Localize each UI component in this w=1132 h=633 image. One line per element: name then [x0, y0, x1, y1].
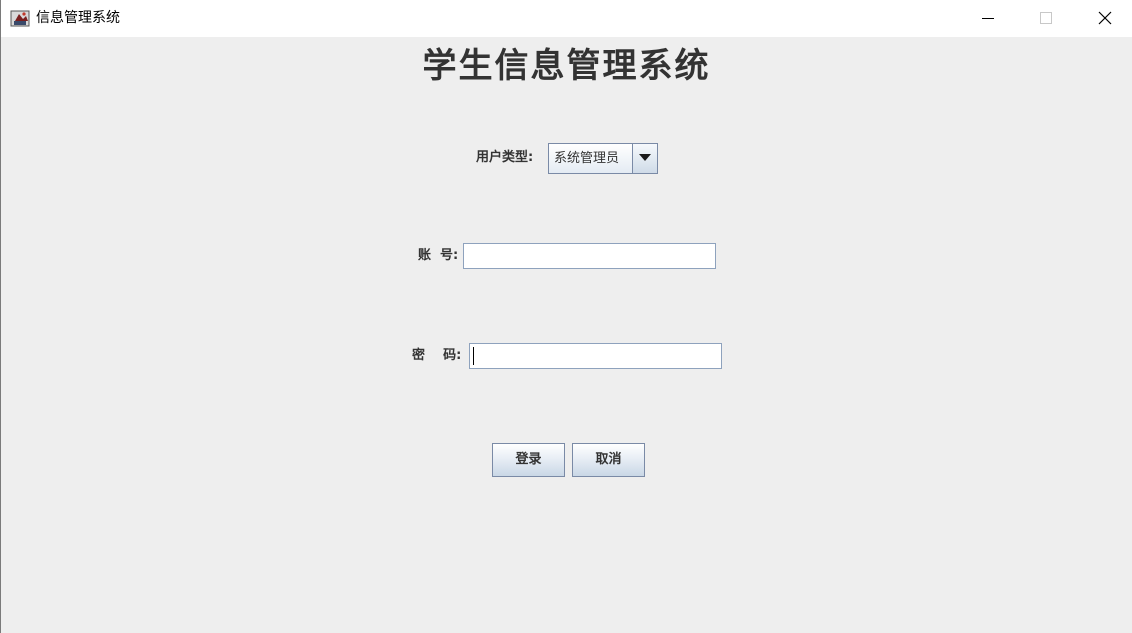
java-cup-icon — [10, 8, 30, 28]
app-window: 信息管理系统 学生信息管理系统 用户类型: 系统管理员 账 号: 密 码: 登录… — [0, 0, 1132, 633]
page-title: 学生信息管理系统 — [422, 46, 711, 86]
cancel-button[interactable]: 取消 — [572, 443, 645, 477]
account-input[interactable] — [463, 243, 716, 269]
user-type-selected-value: 系统管理员 — [554, 151, 620, 166]
triangle-down-icon — [639, 154, 651, 161]
user-type-dropdown[interactable]: 系统管理员 — [548, 143, 658, 174]
account-label: 账 号: — [418, 248, 459, 263]
title-bar[interactable]: 信息管理系统 — [1, 0, 1132, 37]
password-label: 密 码: — [412, 348, 462, 363]
login-panel: 学生信息管理系统 用户类型: 系统管理员 账 号: 密 码: 登录 取消 — [1, 37, 1132, 633]
close-icon[interactable] — [1075, 0, 1132, 37]
maximize-icon[interactable] — [1017, 0, 1075, 37]
window-title: 信息管理系统 — [36, 10, 120, 26]
dropdown-arrow-button[interactable] — [632, 144, 657, 173]
text-cursor — [473, 347, 474, 365]
minimize-icon[interactable] — [959, 0, 1017, 37]
login-button[interactable]: 登录 — [492, 443, 565, 477]
user-type-label: 用户类型: — [476, 150, 534, 165]
password-input[interactable] — [469, 343, 722, 369]
